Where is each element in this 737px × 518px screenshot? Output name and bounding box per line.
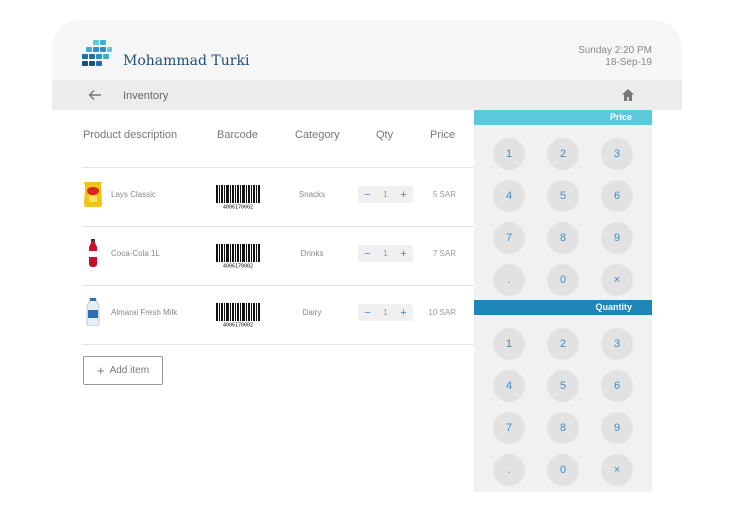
price-key-4[interactable]: 4 — [493, 180, 525, 212]
quantity-key-dot[interactable]: . — [493, 454, 525, 486]
svg-text:4006170002: 4006170002 — [223, 323, 253, 328]
quantity-stepper[interactable]: − 1 + — [358, 245, 413, 262]
quantity-key-clear[interactable]: × — [601, 454, 633, 486]
table-row[interactable]: Lays Classic 4006170002 Snacks − 1 + 5 S… — [82, 168, 474, 226]
quantity-stepper[interactable]: − 1 + — [358, 186, 413, 203]
quantity-value: 1 — [383, 308, 388, 317]
arrow-left-icon[interactable] — [88, 88, 102, 102]
decrement-button[interactable]: − — [364, 248, 370, 260]
quantity-key-7[interactable]: 7 — [493, 412, 525, 444]
increment-button[interactable]: + — [400, 307, 406, 319]
user-name: Mohammad Turki — [123, 53, 250, 69]
quantity-key-0[interactable]: 0 — [547, 454, 579, 486]
app-logo-icon — [82, 40, 112, 66]
price-key-3[interactable]: 3 — [601, 138, 633, 170]
quantity-key-5[interactable]: 5 — [547, 370, 579, 402]
price-key-dot[interactable]: . — [493, 264, 525, 296]
quantity-value: 1 — [383, 249, 388, 258]
price-key-5[interactable]: 5 — [547, 180, 579, 212]
price-key-8[interactable]: 8 — [547, 222, 579, 254]
barcode-image: 4006170002 — [216, 303, 260, 327]
svg-text:4006170002: 4006170002 — [223, 205, 253, 210]
increment-button[interactable]: + — [400, 248, 406, 260]
quantity-key-1[interactable]: 1 — [493, 328, 525, 360]
product-name: Lays Classic — [111, 190, 156, 199]
quantity-key-2[interactable]: 2 — [547, 328, 579, 360]
price-key-1[interactable]: 1 — [493, 138, 525, 170]
column-header-qty: Qty — [376, 129, 394, 141]
quantity-key-8[interactable]: 8 — [547, 412, 579, 444]
price-label: 7 SAR — [432, 249, 456, 258]
column-header-barcode: Barcode — [217, 129, 258, 141]
date: 18-Sep-19 — [605, 57, 652, 68]
table-row[interactable]: Coca-Cola 1L 4006170002 Drinks − 1 + 7 S… — [82, 227, 474, 285]
decrement-button[interactable]: − — [364, 189, 370, 201]
quantity-key-3[interactable]: 3 — [601, 328, 633, 360]
plus-icon: + — [96, 363, 105, 378]
product-name: Almarai Fresh Milk — [111, 308, 178, 317]
add-item-label: Add item — [109, 365, 150, 376]
price-keypad: Price 1 2 3 4 5 6 7 8 9. 0 × — [474, 110, 652, 300]
barcode-image: 4006170002 — [216, 244, 260, 268]
column-header-category: Category — [295, 129, 340, 141]
price-label: 10 SAR — [428, 308, 456, 317]
product-name: Coca-Cola 1L — [111, 249, 160, 258]
category-label: Snacks — [298, 190, 326, 199]
datetime: Sunday 2:20 PM 18-Sep-19 — [578, 45, 652, 69]
divider — [82, 344, 474, 345]
quantity-keypad-grid: 1 2 3 4 5 6 7 8 9. 0 × — [474, 315, 652, 486]
svg-text:4006170002: 4006170002 — [223, 264, 253, 269]
page-title: Inventory — [123, 90, 169, 102]
category-label: Dairy — [302, 308, 322, 317]
home-icon[interactable] — [621, 88, 635, 102]
price-label: 5 SAR — [432, 190, 456, 199]
price-key-2[interactable]: 2 — [547, 138, 579, 170]
category-label: Drinks — [300, 249, 324, 258]
price-key-7[interactable]: 7 — [493, 222, 525, 254]
quantity-keypad: Quantity 1 2 3 4 5 6 7 8 9. 0 × — [474, 300, 652, 492]
quantity-key-6[interactable]: 6 — [601, 370, 633, 402]
price-key-0[interactable]: 0 — [547, 264, 579, 296]
price-keypad-grid: 1 2 3 4 5 6 7 8 9. 0 × — [474, 125, 652, 296]
milk-bottle-icon — [86, 298, 100, 326]
price-key-6[interactable]: 6 — [601, 180, 633, 212]
quantity-key-4[interactable]: 4 — [493, 370, 525, 402]
add-item-button[interactable]: + Add item — [83, 356, 163, 385]
chips-bag-icon — [84, 182, 102, 207]
day-time: Sunday 2:20 PM — [578, 45, 652, 56]
table-row[interactable]: Almarai Fresh Milk 4006170002 Dairy − 1 … — [82, 286, 474, 344]
cola-bottle-icon — [89, 239, 97, 267]
price-key-9[interactable]: 9 — [601, 222, 633, 254]
increment-button[interactable]: + — [400, 189, 406, 201]
column-header-price: Price — [430, 129, 456, 141]
price-key-clear[interactable]: × — [601, 264, 633, 296]
column-header-description: Product description — [83, 129, 178, 141]
quantity-value: 1 — [383, 190, 388, 199]
quantity-stepper[interactable]: − 1 + — [358, 304, 413, 321]
price-keypad-header: Price — [474, 110, 652, 125]
quantity-keypad-header: Quantity — [474, 300, 652, 315]
barcode-image: 4006170002 — [216, 185, 260, 209]
quantity-key-9[interactable]: 9 — [601, 412, 633, 444]
decrement-button[interactable]: − — [364, 307, 370, 319]
